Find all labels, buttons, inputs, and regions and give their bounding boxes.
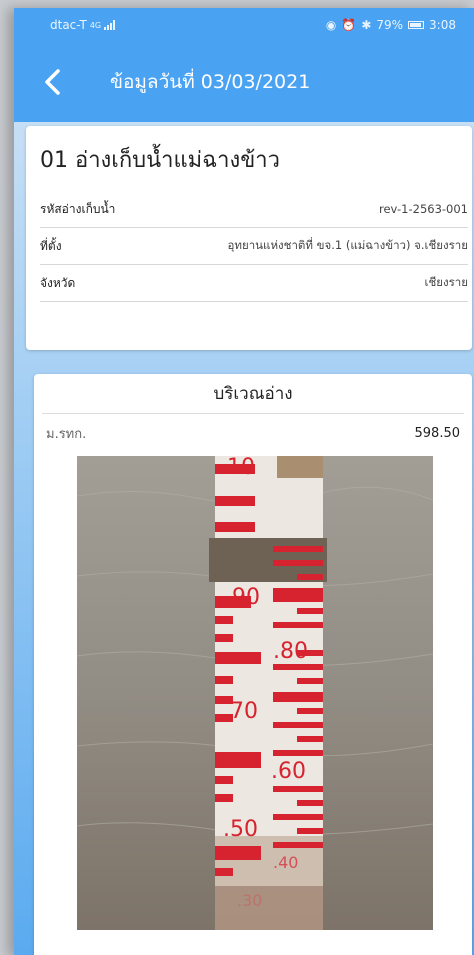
info-value: อุทยานแห่งชาติที่ ขจ.1 (แม่ฉางข้าว) จ.เช… [227,238,468,252]
info-row-province: จังหวัด เชียงราย [40,265,468,302]
staff-gauge-photo[interactable]: 10 .90 .80 .70 .60 .50 .40 .30 [77,456,433,930]
chevron-left-icon[interactable] [44,69,70,95]
status-bar: dtac-T 4G ◉ ⏰ ✱ 79% 3:08 [14,8,474,42]
info-label: จังหวัด [40,275,76,290]
main-content[interactable]: 01 อ่างเก็บน้ำแม่ฉางข้าว รหัสอ่างเก็บน้ำ… [14,122,474,955]
reservoir-title: 01 อ่างเก็บน้ำแม่ฉางข้าว [40,148,281,173]
area-title: บริเวณอ่าง [42,374,464,414]
info-row-location: ที่ตั้ง อุทยานแห่งชาติที่ ขจ.1 (แม่ฉางข้… [40,228,468,265]
info-value: เชียงราย [424,275,468,289]
gauge-label: .90 [225,585,260,610]
gauge-label: .60 [271,759,306,784]
gauge-label: 10 [227,456,255,480]
battery-percent: 79% [376,18,404,32]
alarm-icon: ⏰ [341,18,357,32]
network-type: 4G [89,20,102,30]
status-left: dtac-T 4G [50,18,116,32]
page-title: ข้อมูลวันที่ 03/03/2021 [110,71,311,93]
gauge-label: .70 [223,699,258,724]
water-level-label: ม.รทก. [46,426,87,442]
info-value: rev-1-2563-001 [378,202,468,216]
info-row-code: รหัสอ่างเก็บน้ำ rev-1-2563-001 [40,191,468,228]
eye-icon: ◉ [325,18,337,32]
info-rows: รหัสอ่างเก็บน้ำ rev-1-2563-001 ที่ตั้ง อ… [40,191,468,302]
reservoir-info-card: 01 อ่างเก็บน้ำแม่ฉางข้าว รหัสอ่างเก็บน้ำ… [26,126,472,350]
info-label: ที่ตั้ง [40,238,62,253]
app-bar: ข้อมูลวันที่ 03/03/2021 [14,42,474,122]
carrier-name: dtac-T [50,18,87,32]
clock-time: 3:08 [429,18,456,32]
bluetooth-icon: ✱ [361,18,372,32]
status-right: ◉ ⏰ ✱ 79% 3:08 [326,18,456,32]
water-level-row: ม.รทก. 598.50 [42,414,464,452]
gauge-label: .40 [273,853,298,872]
signal-icon [104,20,116,30]
area-card: บริเวณอ่าง ม.รทก. 598.50 10 .90 .80 .70 … [34,374,472,955]
water-level-value: 598.50 [414,425,461,441]
info-label: รหัสอ่างเก็บน้ำ [40,201,116,216]
staff-gauge-image: 10 .90 .80 .70 .60 .50 .40 .30 [77,456,433,930]
phone-screen: dtac-T 4G ◉ ⏰ ✱ 79% 3:08 ข้อมูลวันที่ 03… [14,8,474,955]
battery-icon [408,21,425,29]
gauge-label: .80 [273,639,308,664]
gauge-label: .50 [223,817,258,842]
